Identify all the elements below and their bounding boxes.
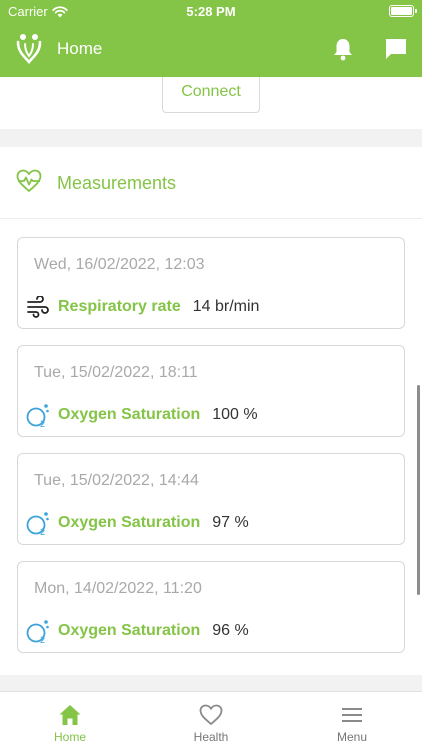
bell-icon[interactable] [332,37,354,61]
app-logo-icon [16,34,42,64]
status-bar: Carrier 5:28 PM [0,0,422,22]
measurement-card[interactable]: Mon, 14/02/2022, 11:20 2 Oxygen Saturati… [17,561,405,653]
tab-label: Menu [336,730,368,744]
measurement-date: Tue, 15/02/2022, 14:44 [34,472,199,489]
connect-button[interactable]: Connect [162,77,260,113]
measurement-date: Wed, 16/02/2022, 12:03 [34,256,205,273]
measurement-card[interactable]: Wed, 16/02/2022, 12:03 Respiratory rate … [17,237,405,329]
measurement-value: 14 br/min [192,298,260,315]
scrollbar[interactable] [417,385,420,595]
home-icon [59,705,81,725]
tab-menu[interactable]: Menu [282,692,422,750]
measurement-value: 97 % [212,514,249,531]
measurement-value: 100 % [212,406,258,423]
tab-bar: Home Health Menu [0,691,422,750]
oxygen-icon: 2 [24,402,52,428]
top-bar: Carrier 5:28 PM Home [0,0,422,77]
svg-text:2: 2 [40,527,45,536]
oxygen-icon: 2 [24,618,52,644]
tab-home[interactable]: Home [0,692,140,750]
svg-text:2: 2 [40,419,45,428]
measurement-card[interactable]: Tue, 15/02/2022, 14:44 2 Oxygen Saturati… [17,453,405,545]
nav-bar: Home [0,28,422,70]
oxygen-icon: 2 [24,510,52,536]
tab-label: Home [53,730,86,744]
tab-health[interactable]: Health [141,692,281,750]
measurement-name: Oxygen Saturation [58,622,201,639]
svg-text:2: 2 [40,635,45,644]
measurements-section: Measurements Wed, 16/02/2022, 12:03 Resp… [0,147,422,675]
respiratory-icon [24,294,52,320]
measurements-header: Measurements [0,147,422,219]
measurements-title: Measurements [57,173,177,193]
chat-icon[interactable] [384,37,408,61]
measurement-row: 2 Oxygen Saturation 96 % [24,618,249,644]
measurement-value: 96 % [212,622,249,639]
measurement-row: 2 Oxygen Saturation 97 % [24,510,249,536]
device-card: Connect [0,77,422,129]
app-screen: Carrier 5:28 PM Home Connect Measurement… [0,0,422,750]
content-scroll[interactable]: Connect Measurements Wed, 16/02/2022, 12… [0,77,422,691]
heart-pulse-icon [16,169,42,193]
page-title: Home [57,39,103,58]
measurement-row: 2 Oxygen Saturation 100 % [24,402,258,428]
measurement-row: Respiratory rate 14 br/min [24,294,259,320]
measurement-name: Respiratory rate [58,298,181,315]
measurement-date: Tue, 15/02/2022, 18:11 [34,364,198,381]
measurement-card[interactable]: Tue, 15/02/2022, 18:11 2 Oxygen Saturati… [17,345,405,437]
measurement-name: Oxygen Saturation [58,514,201,531]
measurement-name: Oxygen Saturation [58,406,201,423]
heart-outline-icon [199,704,223,726]
battery-icon [389,5,417,17]
measurement-date: Mon, 14/02/2022, 11:20 [34,580,202,597]
status-time: 5:28 PM [186,4,236,19]
hamburger-menu-icon [342,708,362,722]
tab-label: Health [193,730,229,744]
